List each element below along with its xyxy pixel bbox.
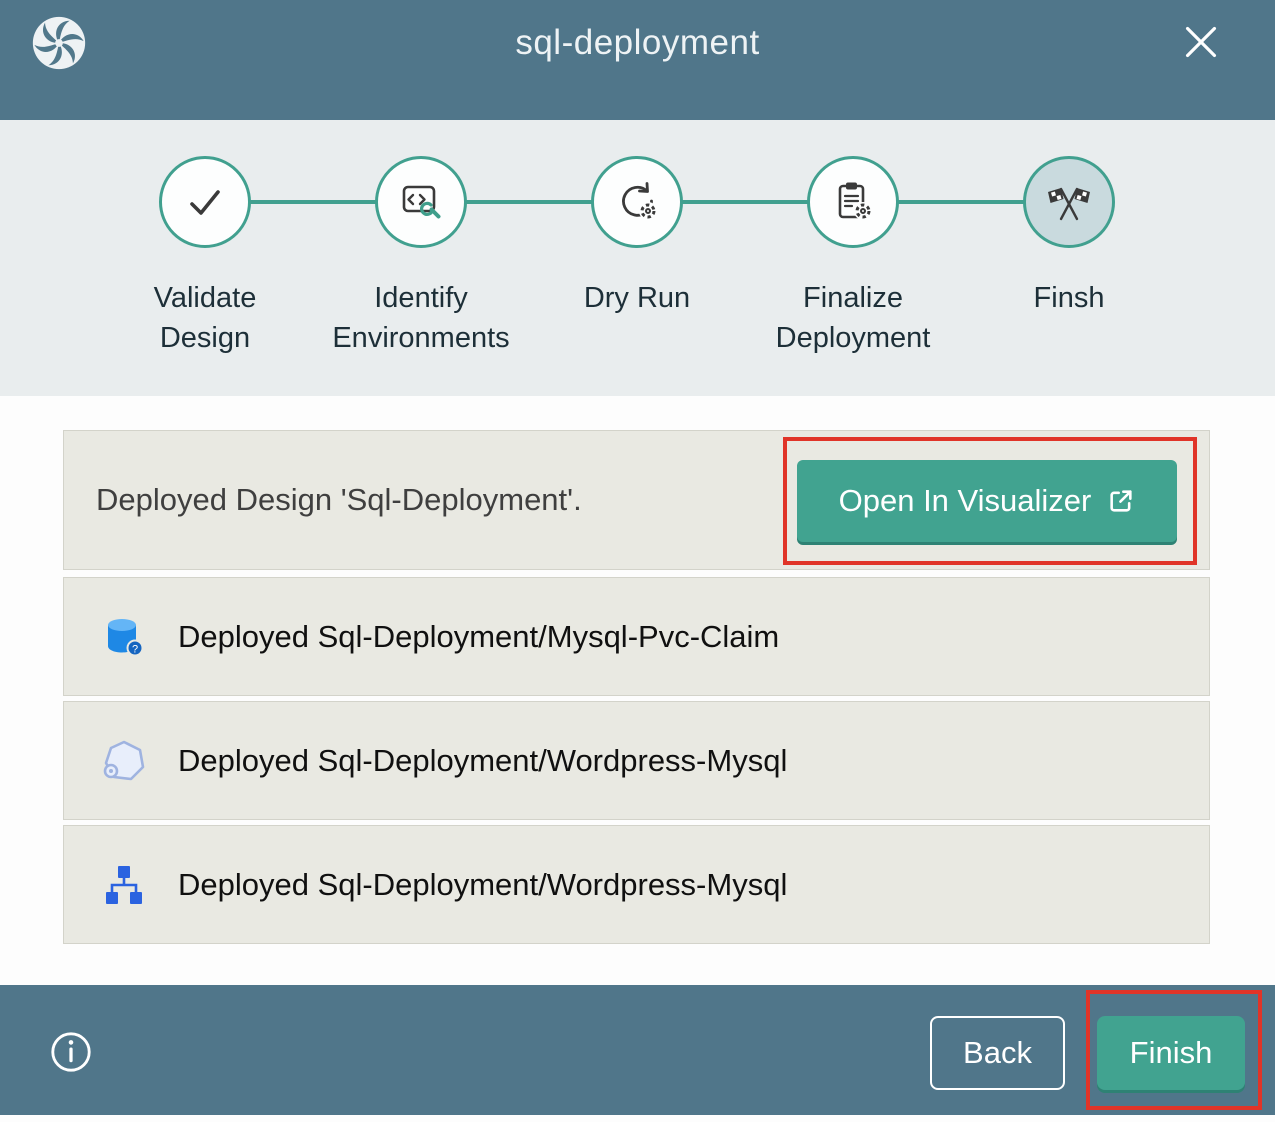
- deploy-message: Deployed Design 'Sql-Deployment'.: [96, 482, 582, 518]
- info-icon: [48, 1029, 94, 1075]
- step-finish: Finsh: [961, 156, 1177, 358]
- deployed-item-text: Deployed Sql-Deployment/Wordpress-Mysql: [178, 743, 787, 779]
- deployment-dialog: sql-deployment: [0, 0, 1275, 1122]
- workload-tree-icon: [100, 861, 148, 909]
- external-link-icon: [1107, 487, 1135, 515]
- step-label: Finsh: [1034, 278, 1105, 318]
- info-button[interactable]: [48, 1029, 94, 1075]
- step-finalize-deployment: Finalize Deployment: [745, 156, 961, 358]
- deployed-item-text: Deployed Sql-Deployment/Mysql-Pvc-Claim: [178, 619, 779, 655]
- dialog-footer: Back Finish: [0, 985, 1275, 1115]
- back-button[interactable]: Back: [930, 1016, 1065, 1090]
- deployed-item-row: ? Deployed Sql-Deployment/Mysql-Pvc-Clai…: [63, 577, 1210, 696]
- open-in-visualizer-label: Open In Visualizer: [839, 483, 1092, 519]
- step-identify-environments: Identify Environments: [313, 156, 529, 358]
- deployed-item-row: Deployed Sql-Deployment/Wordpress-Mysql: [63, 701, 1210, 820]
- step-label: Finalize Deployment: [776, 278, 931, 358]
- check-icon: [181, 178, 229, 226]
- step-dry-run: Dry Run: [529, 156, 745, 358]
- code-wrench-icon: [397, 178, 445, 226]
- step-circle: [375, 156, 467, 248]
- dialog-title: sql-deployment: [0, 0, 1275, 86]
- deploy-summary-row: Deployed Design 'Sql-Deployment'. Open I…: [63, 430, 1210, 570]
- pod-icon: [100, 737, 148, 785]
- open-in-visualizer-button[interactable]: Open In Visualizer: [797, 460, 1177, 542]
- step-circle: [159, 156, 251, 248]
- step-label: Validate Design: [154, 278, 257, 358]
- deployed-item-text: Deployed Sql-Deployment/Wordpress-Mysql: [178, 867, 787, 903]
- database-icon: ?: [100, 613, 148, 661]
- deployment-stepper: Validate Design Identify Environments: [0, 120, 1275, 396]
- step-circle: [807, 156, 899, 248]
- meshery-logo-icon: [28, 12, 90, 74]
- close-icon: [1179, 20, 1223, 64]
- step-label: Identify Environments: [332, 278, 509, 358]
- svg-text:?: ?: [132, 643, 138, 655]
- step-circle: [591, 156, 683, 248]
- step-circle: [1023, 156, 1115, 248]
- deployed-item-row: Deployed Sql-Deployment/Wordpress-Mysql: [63, 825, 1210, 944]
- finish-flags-icon: [1045, 178, 1093, 226]
- dry-run-sync-gear-icon: [613, 178, 661, 226]
- finish-button[interactable]: Finish: [1097, 1016, 1245, 1090]
- step-label: Dry Run: [584, 278, 690, 318]
- step-validate-design: Validate Design: [97, 156, 313, 358]
- clipboard-gear-icon: [829, 178, 877, 226]
- close-button[interactable]: [1179, 20, 1223, 64]
- dialog-header: sql-deployment: [0, 0, 1275, 120]
- stepper-steps: Validate Design Identify Environments: [97, 156, 1177, 358]
